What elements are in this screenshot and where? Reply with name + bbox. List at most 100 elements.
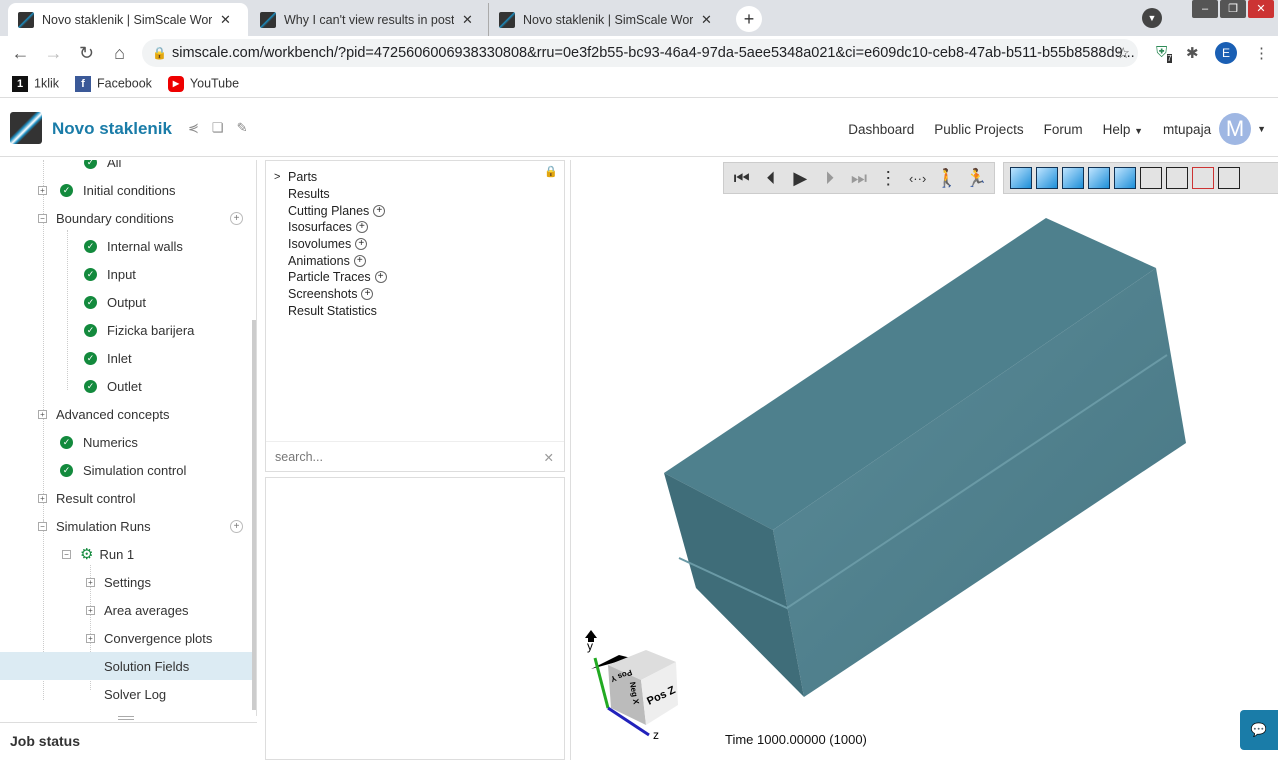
home-icon[interactable]: ⌂ <box>103 43 136 64</box>
copy-icon[interactable]: ❏ <box>212 120 224 136</box>
post-tree-item[interactable]: Cutting Planes + <box>274 202 387 219</box>
add-circle-icon[interactable]: + <box>361 288 374 301</box>
post-tree-item[interactable]: Screenshots + <box>274 286 387 303</box>
forward-icon[interactable]: → <box>37 43 70 64</box>
add-circle-icon[interactable]: + <box>353 254 366 267</box>
job-status-header[interactable]: Job status <box>0 722 257 760</box>
bookmark-1klik[interactable]: 1 1klik <box>12 75 59 92</box>
tree-scrollbar[interactable] <box>252 320 256 710</box>
tree-item[interactable]: ✓ Outlet <box>0 372 252 400</box>
tree-item[interactable]: − Boundary conditions + <box>0 204 252 232</box>
skip-to-start-icon[interactable]: ⏮ <box>730 168 753 189</box>
tree-item[interactable]: ✓ Input <box>0 260 252 288</box>
expand-toggle-icon[interactable]: + <box>38 409 47 419</box>
resize-handle[interactable] <box>118 716 134 720</box>
extensions-puzzle-icon[interactable]: ✱ <box>1186 44 1199 62</box>
bookmark-facebook[interactable]: f Facebook <box>75 75 152 92</box>
nav-dashboard[interactable]: Dashboard <box>848 122 914 137</box>
share-icon[interactable]: ⋞ <box>188 120 199 136</box>
reload-icon[interactable]: ↻ <box>70 43 103 64</box>
lock-icon[interactable]: 🔒 <box>544 165 558 178</box>
tree-item[interactable]: ✓ Numerics <box>0 428 252 456</box>
wireframe-mesh-cube-icon[interactable] <box>1140 167 1162 189</box>
tree-item[interactable]: + Convergence plots <box>0 624 252 652</box>
username[interactable]: mtupaja <box>1163 122 1211 137</box>
slow-walk-icon[interactable]: 🚶 <box>935 168 958 189</box>
restore-icon[interactable]: ❐ <box>1220 0 1246 18</box>
expand-toggle-icon[interactable]: + <box>86 605 95 615</box>
tree-item[interactable]: ✓ Output <box>0 288 252 316</box>
post-tree-item[interactable]: Particle Traces + <box>274 269 387 286</box>
collapse-toggle-icon[interactable]: − <box>38 521 47 531</box>
tree-item[interactable]: ✓ All <box>0 160 252 176</box>
tree-item[interactable]: − Simulation Runs + <box>0 512 252 540</box>
tree-item[interactable]: ✓ Fizicka barijera <box>0 316 252 344</box>
clear-search-icon[interactable]: ✕ <box>544 450 554 465</box>
simscale-logo[interactable] <box>10 112 42 144</box>
orientation-cube[interactable]: y Pos Z Pos Y Neg X z <box>585 630 678 742</box>
points-mode-cube-icon[interactable] <box>1192 167 1214 189</box>
play-icon[interactable]: ▶ <box>789 168 812 189</box>
loop-icon[interactable]: ‹··› <box>906 171 929 186</box>
add-circle-icon[interactable]: + <box>355 221 368 234</box>
add-circle-icon[interactable]: + <box>374 271 387 284</box>
bookmark-youtube[interactable]: ▶ YouTube <box>167 75 239 92</box>
chevron-right-icon[interactable]: > <box>274 171 280 183</box>
tree-item[interactable]: ✓ Internal walls <box>0 232 252 260</box>
tree-item[interactable]: + Area averages <box>0 596 252 624</box>
solid-shaded-cube-icon[interactable] <box>1010 167 1032 189</box>
solid-outline-cube-icon[interactable] <box>1114 167 1136 189</box>
step-forward-icon[interactable]: ⏵ <box>818 168 841 189</box>
surface-edges-cube-icon[interactable] <box>1062 167 1084 189</box>
post-tree-item[interactable]: Result Statistics <box>274 303 387 320</box>
expand-toggle-icon[interactable]: + <box>86 633 95 643</box>
post-tree-item[interactable]: Isosurfaces + <box>274 219 387 236</box>
surface-mesh-cube-icon[interactable] <box>1088 167 1110 189</box>
url-field[interactable]: 🔒 simscale.com/workbench/?pid=47256060069… <box>142 39 1138 67</box>
browser-tab[interactable]: Why I can't view results in post process… <box>250 3 486 36</box>
more-options-icon[interactable]: ⋮ <box>877 168 900 189</box>
post-tree-item[interactable]: Results <box>274 186 387 203</box>
tree-item[interactable]: ✓ Inlet <box>0 344 252 372</box>
minimize-icon[interactable]: – <box>1192 0 1218 18</box>
expand-toggle-icon[interactable]: + <box>38 493 47 503</box>
profile-avatar[interactable]: E <box>1215 42 1237 64</box>
tree-item[interactable]: − ⚙ Run 1 <box>0 540 252 568</box>
post-tree-item[interactable]: Animations + <box>274 252 387 269</box>
close-tab-icon[interactable]: ✕ <box>462 12 473 28</box>
back-icon[interactable]: ← <box>4 43 37 64</box>
add-circle-icon[interactable]: + <box>230 519 243 533</box>
collapse-toggle-icon[interactable]: − <box>38 213 47 223</box>
browser-menu-icon[interactable]: ⋮ <box>1254 44 1269 62</box>
bookmark-star-icon[interactable]: ☆ <box>1117 44 1130 62</box>
3d-viewer[interactable]: ⏮ ⏴ ▶ ⏵ ⏭ ⋮ ‹··› 🚶 🏃 y Pos Z Pos Y Neg X… <box>570 160 1278 760</box>
close-tab-icon[interactable]: ✕ <box>701 12 712 28</box>
post-tree-item[interactable]: > Parts <box>274 169 387 186</box>
smooth-shaded-cube-icon[interactable] <box>1036 167 1058 189</box>
add-circle-icon[interactable]: + <box>373 204 386 217</box>
fast-run-icon[interactable]: 🏃 <box>965 168 988 189</box>
expand-toggle-icon[interactable]: + <box>86 577 95 587</box>
expand-toggle-icon[interactable]: + <box>38 185 47 195</box>
feature-edges-cube-icon[interactable] <box>1218 167 1240 189</box>
nav-forum[interactable]: Forum <box>1044 122 1083 137</box>
tree-item[interactable]: Solution Fields <box>0 652 252 680</box>
user-avatar[interactable]: M <box>1219 113 1252 145</box>
tree-item[interactable]: + ✓ Initial conditions <box>0 176 252 204</box>
tree-item[interactable]: + Result control <box>0 484 252 512</box>
nav-public-projects[interactable]: Public Projects <box>934 122 1023 137</box>
tab-search-icon[interactable]: ▼ <box>1142 8 1162 28</box>
new-tab-button[interactable]: + <box>736 6 762 32</box>
post-search-input[interactable]: search... ✕ <box>266 441 564 471</box>
chevron-down-icon[interactable]: ▼ <box>1257 124 1266 134</box>
add-circle-icon[interactable]: + <box>230 211 243 225</box>
post-tree-item[interactable]: Isovolumes + <box>274 236 387 253</box>
tree-item[interactable]: Solver Log <box>0 680 252 708</box>
tree-item[interactable]: + Advanced concepts <box>0 400 252 428</box>
edit-pencil-icon[interactable]: ✎ <box>237 120 248 136</box>
add-circle-icon[interactable]: + <box>355 238 368 251</box>
collapse-toggle-icon[interactable]: − <box>62 549 71 559</box>
close-tab-icon[interactable]: ✕ <box>220 12 231 28</box>
extension-shield-icon[interactable]: ⛨7 <box>1156 44 1172 63</box>
step-back-icon[interactable]: ⏴ <box>759 168 782 189</box>
